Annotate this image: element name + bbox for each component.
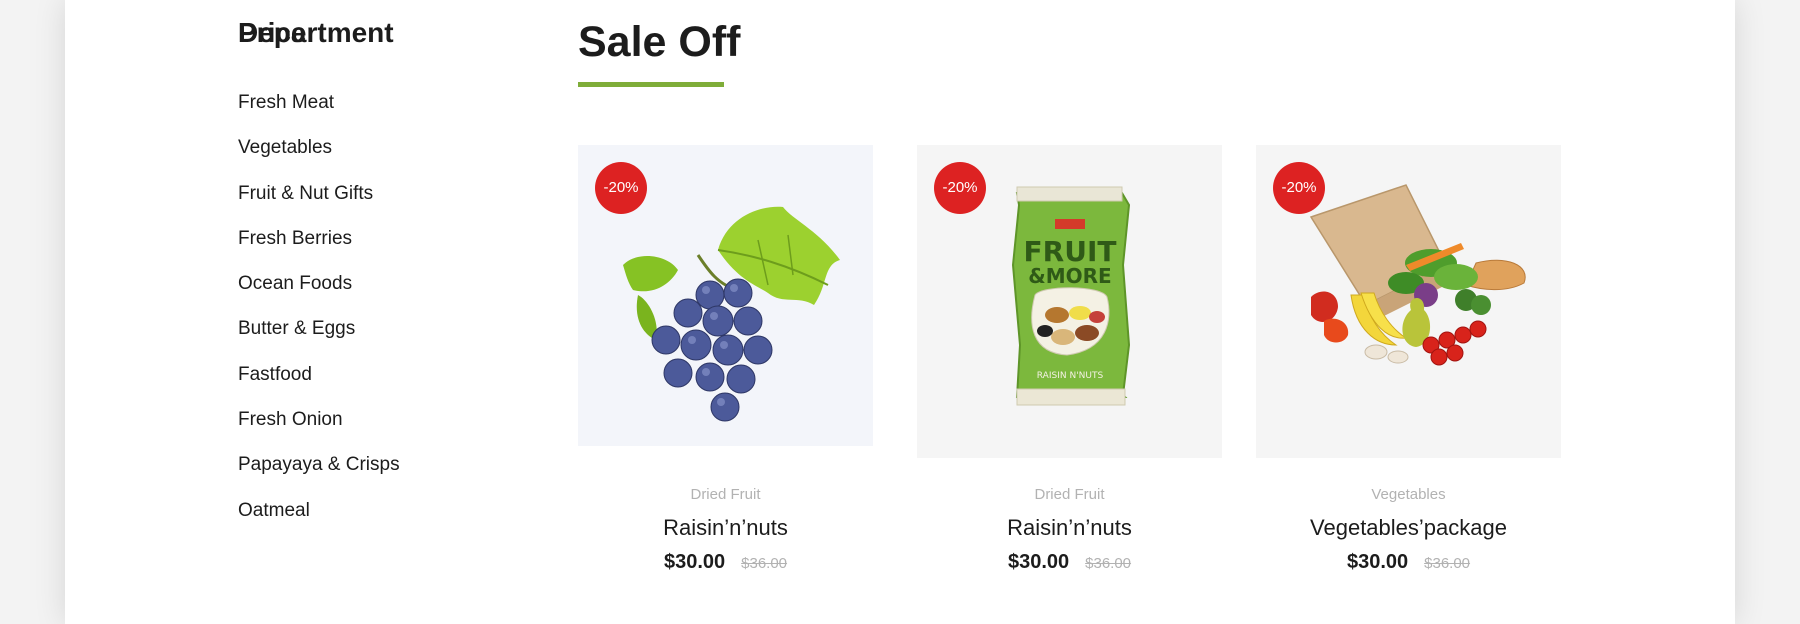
product-prices: $30.00 $36.00 (1256, 547, 1561, 577)
product-info: Dried Fruit Raisin’n’nuts $30.00 $36.00 (578, 483, 873, 577)
svg-text:&MORE: &MORE (1028, 264, 1111, 288)
product-category: Vegetables (1371, 486, 1446, 503)
department-item-fruit-nut-gifts[interactable]: Fruit & Nut Gifts (238, 179, 400, 224)
product-category: Dried Fruit (1034, 486, 1105, 503)
product-price: $30.00 (1007, 551, 1070, 573)
section-title: Sale Off (578, 18, 741, 66)
department-item-fresh-onion[interactable]: Fresh Onion (238, 405, 400, 450)
product-image[interactable]: FRUIT &MORE RAISIN N'NUTS -20% (917, 145, 1222, 458)
product-name[interactable]: Raisin’n’nuts (917, 511, 1222, 545)
product-name[interactable]: Vegetables’package (1256, 511, 1561, 545)
department-item-fresh-meat[interactable]: Fresh Meat (238, 88, 400, 133)
product-prices: $30.00 $36.00 (917, 547, 1222, 577)
product-old-price: $36.00 (1424, 555, 1471, 572)
product-image[interactable]: -20% (1256, 145, 1561, 458)
department-item-papayaya-crisps[interactable]: Papayaya & Crisps (238, 450, 400, 495)
product-info: Dried Fruit Raisin’n’nuts $30.00 $36.00 (917, 483, 1222, 577)
discount-badge: -20% (934, 162, 986, 214)
department-item-oatmeal[interactable]: Oatmeal (238, 496, 400, 541)
department-list: Fresh Meat Vegetables Fruit & Nut Gifts … (238, 88, 400, 541)
product-info: Vegetables Vegetables’package $30.00 $36.… (1256, 483, 1561, 577)
department-item-fresh-berries[interactable]: Fresh Berries (238, 224, 400, 269)
product-old-price: $36.00 (741, 555, 788, 572)
product-price: $30.00 (1346, 551, 1409, 573)
product-old-price: $36.00 (1085, 555, 1132, 572)
product-name[interactable]: Raisin’n’nuts (578, 511, 873, 545)
section-title-underline (578, 82, 724, 87)
product-prices: $30.00 $36.00 (578, 547, 873, 577)
svg-text:RAISIN N'NUTS: RAISIN N'NUTS (1037, 371, 1104, 381)
department-item-vegetables[interactable]: Vegetables (238, 133, 400, 178)
price-filter-title: Price (238, 17, 307, 48)
department-item-fastfood[interactable]: Fastfood (238, 360, 400, 405)
product-price: $30.00 (663, 551, 726, 573)
discount-badge: -20% (1273, 162, 1325, 214)
page-container: Department Fresh Meat Vegetables Fruit &… (65, 0, 1735, 624)
discount-badge: -20% (595, 162, 647, 214)
product-category: Dried Fruit (690, 486, 761, 503)
product-image[interactable]: -20% (578, 145, 873, 446)
department-item-butter-eggs[interactable]: Butter & Eggs (238, 314, 400, 359)
department-item-ocean-foods[interactable]: Ocean Foods (238, 269, 400, 314)
